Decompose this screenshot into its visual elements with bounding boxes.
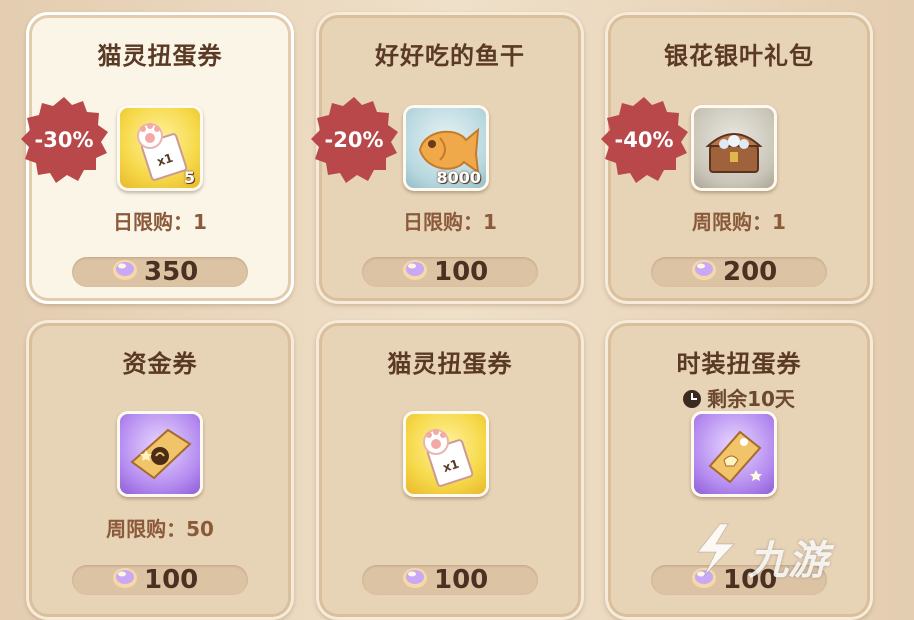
price-button[interactable]: 100	[72, 565, 248, 595]
price-value: 100	[434, 257, 489, 287]
watermark-text: 九游	[748, 538, 828, 584]
price-button[interactable]: 100	[362, 565, 538, 595]
purchase-limit: 日限购：1	[113, 210, 207, 234]
shop-card-4[interactable]: 资金券 周限购：50 100	[26, 320, 294, 620]
card-title: 猫灵扭蛋券	[97, 42, 223, 70]
card-title: 好好吃的鱼干	[375, 42, 525, 70]
item-icon-box	[120, 414, 200, 494]
price-button[interactable]: 100	[362, 257, 538, 287]
item-icon-box	[694, 108, 774, 188]
purchase-limit: 周限购：1	[692, 210, 786, 234]
discount-badge: -20%	[311, 97, 398, 183]
purchase-limit: 日限购：1	[403, 210, 497, 234]
price-value: 200	[723, 257, 778, 287]
card-title: 银花银叶礼包	[664, 42, 814, 70]
item-icon-box: x1	[406, 414, 486, 494]
treasure-chest-icon	[705, 133, 763, 173]
remaining-time-text: 剩余10天	[707, 387, 795, 411]
discount-text: -20%	[325, 128, 384, 152]
remaining-time: 剩余10天	[605, 383, 873, 412]
shop-card-5[interactable]: 猫灵扭蛋券 x1 100	[316, 320, 584, 620]
clock-icon	[683, 390, 702, 408]
gem-icon	[113, 568, 137, 588]
gem-icon	[403, 568, 427, 588]
discount-text: -40%	[615, 128, 674, 152]
item-quantity: 8000	[436, 168, 481, 187]
discount-text: -30%	[35, 128, 94, 152]
discount-badge: -40%	[601, 97, 688, 183]
price-value: 100	[144, 565, 199, 595]
purchase-limit: 周限购：50	[106, 517, 214, 541]
gem-icon	[692, 260, 716, 280]
item-icon-box: x1 5	[120, 108, 200, 188]
price-button[interactable]: 350	[72, 257, 248, 287]
gem-icon	[113, 260, 137, 280]
gem-icon	[403, 260, 427, 280]
cat-paw-ticket-icon: x1	[423, 429, 474, 487]
card-title: 猫灵扭蛋券	[387, 350, 513, 378]
card-title: 时装扭蛋券	[676, 350, 802, 378]
discount-badge: -30%	[21, 97, 108, 183]
price-value: 100	[434, 565, 489, 595]
item-quantity: 5	[183, 168, 195, 187]
price-button[interactable]: 200	[651, 257, 827, 287]
card-title: 资金券	[122, 350, 198, 378]
price-value: 350	[144, 257, 199, 287]
item-icon-box	[694, 414, 774, 494]
watermark-logo-icon	[696, 523, 736, 577]
costume-ticket-icon	[708, 430, 762, 484]
fund-ticket-icon	[130, 428, 192, 480]
item-icon-box: 8000	[406, 108, 486, 188]
